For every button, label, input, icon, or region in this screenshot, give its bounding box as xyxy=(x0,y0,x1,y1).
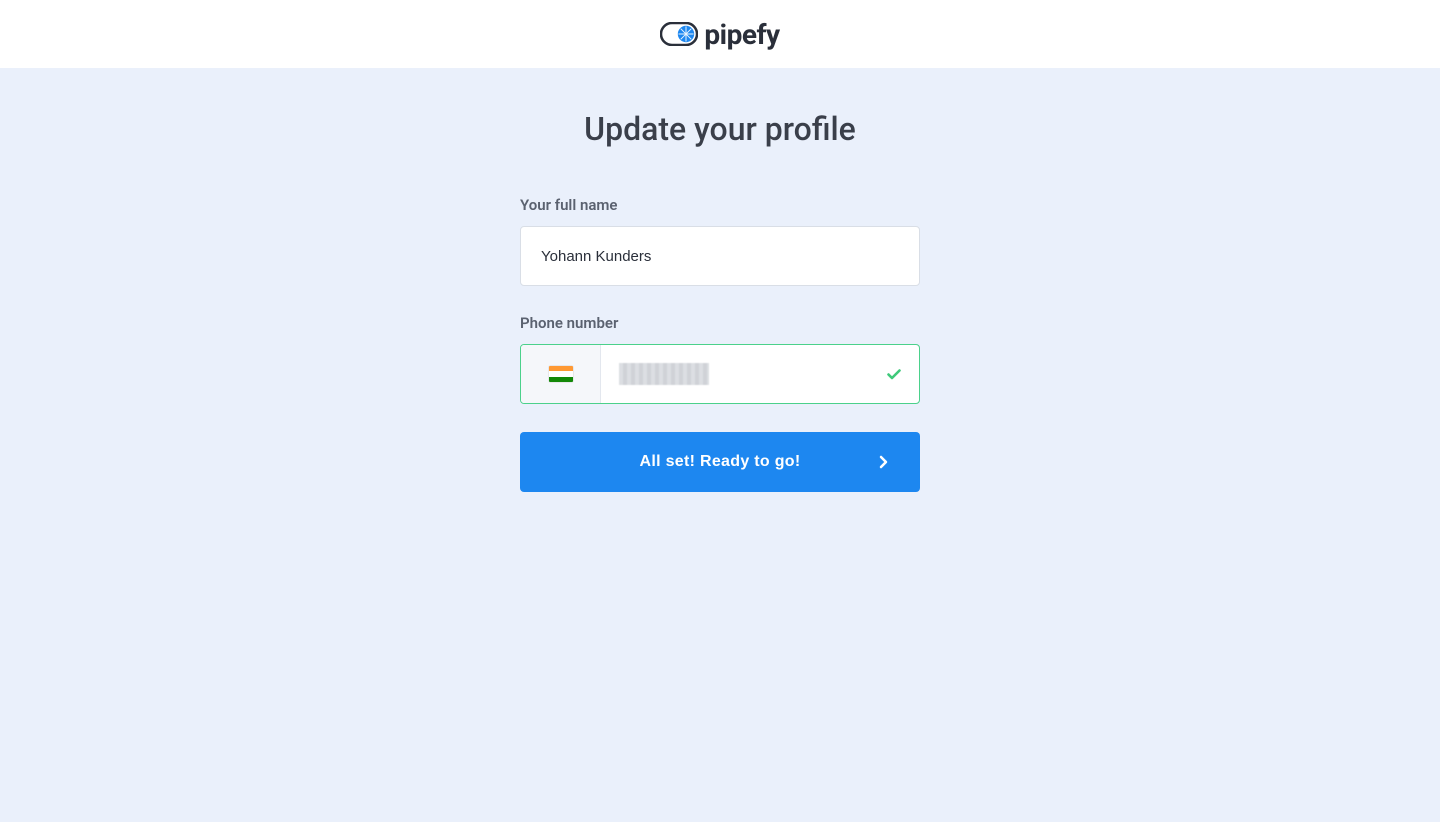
full-name-label: Your full name xyxy=(520,196,920,214)
brand-text: pipefy xyxy=(704,18,779,51)
full-name-group: Your full name xyxy=(520,196,920,286)
page-title: Update your profile xyxy=(0,110,1440,148)
india-flag-icon xyxy=(549,366,573,382)
check-icon xyxy=(869,366,919,382)
profile-form: Your full name Phone number xyxy=(520,196,920,492)
brand-logo: pipefy xyxy=(660,18,779,51)
phone-group: Phone number xyxy=(520,314,920,404)
chevron-right-icon xyxy=(879,455,888,469)
submit-button-label: All set! Ready to go! xyxy=(640,453,801,471)
phone-label: Phone number xyxy=(520,314,920,332)
header: pipefy xyxy=(0,0,1440,68)
pipefy-logo-icon xyxy=(660,22,698,46)
full-name-input[interactable] xyxy=(520,226,920,286)
phone-input-wrap xyxy=(520,344,920,404)
submit-button[interactable]: All set! Ready to go! xyxy=(520,432,920,492)
phone-input[interactable] xyxy=(601,363,869,385)
phone-value-redacted xyxy=(619,363,709,385)
main-content: Update your profile Your full name Phone… xyxy=(0,68,1440,822)
country-flag-selector[interactable] xyxy=(521,345,601,403)
